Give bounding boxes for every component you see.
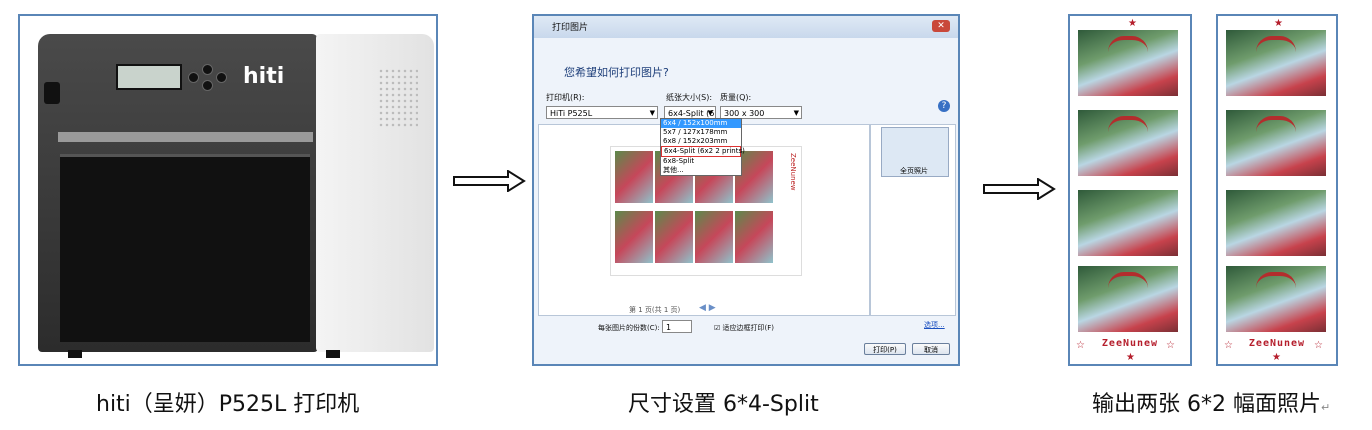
printer-front-door	[60, 154, 310, 342]
quality-label: 质量(Q):	[720, 93, 752, 102]
printer-vent-icon	[378, 68, 418, 128]
printer-select[interactable]: HiTi P525L ▼	[546, 106, 658, 119]
preview-photo	[695, 211, 733, 263]
strip-brand: ZeeNunew	[1101, 338, 1159, 349]
output-caption: 输出两张 6*2 幅面照片↵	[1092, 386, 1330, 418]
power-button-icon	[44, 82, 60, 104]
photo-strip: ★ ☆ ☆ ZeeNunew ★	[1070, 16, 1190, 364]
quality-select-value: 300 x 300	[724, 109, 765, 118]
options-link[interactable]: 选项...	[924, 320, 945, 330]
arrow-right-icon	[453, 170, 526, 192]
strip-photo	[1078, 110, 1178, 176]
paper-option[interactable]: 6x4 / 152x100mm	[661, 119, 741, 128]
print-button[interactable]: 打印(P)	[864, 343, 906, 355]
copies-stepper[interactable]: 1	[662, 320, 692, 333]
strip-photo	[1226, 30, 1326, 96]
strip-photo	[1078, 190, 1178, 256]
layout-thumbnail[interactable]: 全页照片	[881, 127, 949, 177]
copies-value: 1	[666, 323, 672, 332]
paper-option[interactable]: 5x7 / 127x178mm	[661, 128, 741, 137]
paper-option[interactable]: 6x8-Split	[661, 157, 741, 166]
next-page-icon[interactable]: ▶	[709, 303, 716, 313]
layout-thumbnails: 全页照片	[870, 124, 956, 316]
paper-option[interactable]: 其他...	[661, 166, 741, 175]
dialog-question: 您希望如何打印图片?	[564, 66, 669, 79]
chevron-down-icon: ▼	[649, 109, 655, 117]
preview-photo	[735, 211, 773, 263]
print-dialog: 打印图片 ✕ 您希望如何打印图片? 打印机(R): HiTi P525L ▼ 纸…	[534, 16, 958, 364]
fit-label: 适应边框打印(F)	[722, 324, 775, 332]
sheet-brand: ZeeNunew	[789, 153, 797, 191]
copies-label: 每张图片的份数(C):	[598, 324, 660, 332]
strip-brand: ZeeNunew	[1248, 338, 1306, 349]
printer-image: hiti	[38, 34, 434, 358]
preview-photo	[615, 151, 653, 203]
printer-front: hiti	[38, 34, 318, 358]
printer-photo-panel: hiti	[18, 14, 438, 366]
cancel-button[interactable]: 取消	[912, 343, 950, 355]
printer-lcd	[116, 64, 182, 90]
preview-photo	[655, 211, 693, 263]
antler-icon	[1256, 36, 1296, 52]
page-nav[interactable]: ◀ ▶	[699, 303, 716, 313]
arrow-right-icon	[983, 178, 1056, 200]
strip-photo	[1078, 30, 1178, 96]
star-icon: ★	[1126, 352, 1135, 363]
output-caption-text: 输出两张 6*2 幅面照片	[1092, 392, 1321, 417]
checkbox-icon: ☑	[714, 324, 721, 332]
photo-strip-panel-1: ★ ☆ ☆ ZeeNunew ★	[1068, 14, 1192, 366]
close-icon[interactable]: ✕	[932, 20, 950, 32]
photo-strip-panel-2: ★ ☆ ☆ ZeeNunew ★	[1216, 14, 1338, 366]
printer-select-value: HiTi P525L	[550, 109, 593, 118]
printer-foot	[68, 350, 82, 358]
paper-option[interactable]: 6x8 / 152x203mm	[661, 137, 741, 146]
prev-page-icon[interactable]: ◀	[699, 303, 706, 313]
paper-option[interactable]: 6x4-Split (6x2 2 prints)	[661, 146, 745, 157]
printer-caption: hiti（呈妍）P525L 打印机	[96, 392, 360, 417]
fit-checkbox[interactable]: ☑ 适应边框打印(F)	[714, 323, 774, 333]
strip-photo	[1226, 190, 1326, 256]
printer-foot	[326, 350, 340, 358]
printer-control-buttons-icon	[188, 64, 228, 92]
page-indicator: 第 1 页(共 1 页)	[629, 306, 681, 314]
antler-icon	[1256, 272, 1296, 288]
printer-label: 打印机(R):	[546, 93, 585, 102]
printer-brand-logo: hiti	[243, 64, 285, 89]
dialog-title: 打印图片	[552, 23, 589, 33]
print-dialog-panel: 打印图片 ✕ 您希望如何打印图片? 打印机(R): HiTi P525L ▼ 纸…	[532, 14, 960, 366]
preview-photo	[615, 211, 653, 263]
paper-output-slot	[58, 132, 313, 142]
return-mark: ↵	[1320, 401, 1331, 414]
antler-icon	[1108, 272, 1148, 288]
chevron-down-icon: ▼	[793, 109, 799, 117]
paper-size-dropdown-list: 6x4 / 152x100mm 5x7 / 127x178mm 6x8 / 15…	[660, 118, 745, 176]
help-icon[interactable]: ?	[938, 100, 950, 112]
dialog-caption: 尺寸设置 6*4-Split	[628, 392, 819, 417]
antler-icon	[1108, 116, 1148, 132]
antler-icon	[1256, 116, 1296, 132]
strip-photo	[1078, 266, 1178, 332]
strip-photo	[1226, 266, 1326, 332]
star-icon: ★	[1128, 18, 1137, 29]
photo-strip: ★ ☆ ☆ ZeeNunew ★	[1218, 16, 1336, 364]
strip-photo	[1226, 110, 1326, 176]
dialog-titlebar: 打印图片 ✕	[534, 16, 958, 38]
star-icon: ★	[1274, 18, 1283, 29]
antler-icon	[1108, 36, 1148, 52]
paper-size-label: 纸张大小(S):	[666, 93, 713, 102]
star-icon: ★	[1272, 352, 1281, 363]
layout-thumbnail-label: 全页照片	[900, 167, 928, 175]
